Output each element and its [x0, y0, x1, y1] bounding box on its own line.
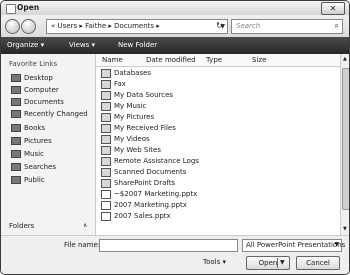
favorite-links-header: Favorite Links — [9, 60, 58, 68]
file-type-value: All PowerPoint Presentations — [246, 241, 346, 249]
list-item[interactable]: ~$2007 Marketing.pptx — [101, 189, 197, 199]
folder-icon — [101, 167, 111, 177]
cancel-button[interactable]: Cancel — [296, 256, 340, 270]
address-bar[interactable]: « Users ▸ Faithe ▸ Documents ▸ ▼ — [46, 19, 228, 34]
breadcrumb[interactable]: « Users ▸ Faithe ▸ Documents ▸ — [51, 22, 160, 30]
search-icon[interactable]: ⌕ — [335, 21, 339, 31]
searches-icon — [11, 163, 21, 171]
list-item[interactable]: Remote Assistance Logs — [101, 156, 199, 166]
sidebar-item-computer[interactable]: Computer — [11, 86, 59, 94]
sidebar-item-recently-changed[interactable]: Recently Changed — [11, 110, 88, 118]
close-button[interactable]: ✕ — [321, 2, 345, 15]
folder-icon — [101, 123, 111, 133]
chevron-up-icon[interactable]: ∧ — [83, 222, 87, 229]
folder-icon — [101, 79, 111, 89]
music-folder-icon — [101, 101, 111, 111]
list-item[interactable]: 2007 Sales.pptx — [101, 211, 171, 221]
scroll-down-icon[interactable]: ▼ — [343, 226, 347, 232]
pptx-file-icon — [101, 200, 111, 210]
list-item[interactable]: My Music — [101, 101, 146, 111]
back-arrow-icon[interactable] — [5, 19, 20, 34]
file-list: Name Date modified Type Size Databases F… — [96, 54, 340, 235]
app-icon — [6, 4, 16, 14]
list-item[interactable]: SharePoint Drafts — [101, 178, 175, 188]
column-header: Name Date modified Type Size — [96, 54, 340, 67]
music-icon — [11, 150, 21, 158]
web-folder-icon — [101, 145, 111, 155]
column-size[interactable]: Size — [252, 56, 266, 64]
computer-icon — [11, 86, 21, 94]
sidebar-item-music[interactable]: Music — [11, 150, 44, 158]
open-button[interactable]: Open ▼ — [246, 256, 290, 270]
new-folder-button[interactable]: New Folder — [118, 41, 157, 49]
public-icon — [11, 176, 21, 184]
navigation-bar: « Users ▸ Faithe ▸ Documents ▸ ▼ ↻ Searc… — [1, 15, 349, 37]
column-type[interactable]: Type — [206, 56, 222, 64]
list-item[interactable]: Fax — [101, 79, 126, 89]
column-name[interactable]: Name — [102, 56, 123, 64]
list-item[interactable]: My Data Sources — [101, 90, 173, 100]
folder-icon — [101, 156, 111, 166]
list-item[interactable]: My Web Sites — [101, 145, 161, 155]
list-item[interactable]: Databases — [101, 68, 151, 78]
sidebar-item-searches[interactable]: Searches — [11, 163, 56, 171]
list-item[interactable]: My Videos — [101, 134, 150, 144]
open-dialog: Open ✕ « Users ▸ Faithe ▸ Documents ▸ ▼ … — [0, 0, 350, 275]
open-label: Open — [258, 259, 278, 267]
scroll-up-icon[interactable]: ▲ — [343, 56, 347, 62]
forward-arrow-icon[interactable] — [21, 19, 36, 34]
split-separator — [277, 258, 278, 268]
folder-icon — [101, 68, 111, 78]
desktop-icon — [11, 74, 21, 82]
search-placeholder: Search — [236, 22, 261, 30]
column-date-modified[interactable]: Date modified — [146, 56, 196, 64]
favorites-pane: Favorite Links Desktop Computer Document… — [1, 54, 96, 235]
list-item[interactable]: 2007 Marketing.pptx — [101, 200, 187, 210]
sidebar-item-books[interactable]: Books — [11, 124, 45, 132]
pptx-file-icon — [101, 189, 111, 199]
pictures-icon — [11, 137, 21, 145]
folder-icon — [101, 90, 111, 100]
vertical-scrollbar[interactable]: ▲ ▼ — [340, 54, 349, 235]
chevron-down-icon[interactable]: ▼ — [334, 241, 339, 248]
list-item[interactable]: Scanned Documents — [101, 167, 186, 177]
sidebar-item-public[interactable]: Public — [11, 176, 45, 184]
scrollbar-thumb[interactable] — [342, 68, 349, 210]
recent-icon — [11, 110, 21, 118]
views-button[interactable]: Views ▾ — [69, 41, 95, 49]
documents-icon — [11, 98, 21, 106]
sharepoint-folder-icon — [101, 178, 111, 188]
file-name-label: File name: — [64, 241, 101, 249]
picture-folder-icon — [101, 112, 111, 122]
sidebar-item-desktop[interactable]: Desktop — [11, 74, 53, 82]
dialog-footer: File name: All PowerPoint Presentations … — [1, 235, 349, 274]
refresh-icon[interactable]: ↻ — [216, 21, 223, 30]
list-item[interactable]: My Pictures — [101, 112, 154, 122]
search-input[interactable]: Search ⌕ — [231, 19, 343, 34]
sidebar-item-documents[interactable]: Documents — [11, 98, 64, 106]
title-bar[interactable]: Open ✕ — [1, 1, 349, 15]
file-name-field[interactable] — [99, 239, 238, 252]
chevron-down-icon[interactable]: ▼ — [280, 257, 285, 269]
folders-toggle[interactable]: Folders — [9, 222, 34, 230]
file-type-select[interactable]: All PowerPoint Presentations ▼ — [242, 239, 346, 252]
tools-button[interactable]: Tools ▾ — [203, 258, 226, 266]
list-item[interactable]: My Received Files — [101, 123, 176, 133]
dialog-title: Open — [17, 3, 40, 12]
organize-button[interactable]: Organize ▾ — [7, 41, 44, 49]
pptx-file-icon — [101, 211, 111, 221]
toolbar: Organize ▾ Views ▾ New Folder — [1, 37, 349, 54]
sidebar-item-pictures[interactable]: Pictures — [11, 137, 52, 145]
books-icon — [11, 124, 21, 132]
video-folder-icon — [101, 134, 111, 144]
